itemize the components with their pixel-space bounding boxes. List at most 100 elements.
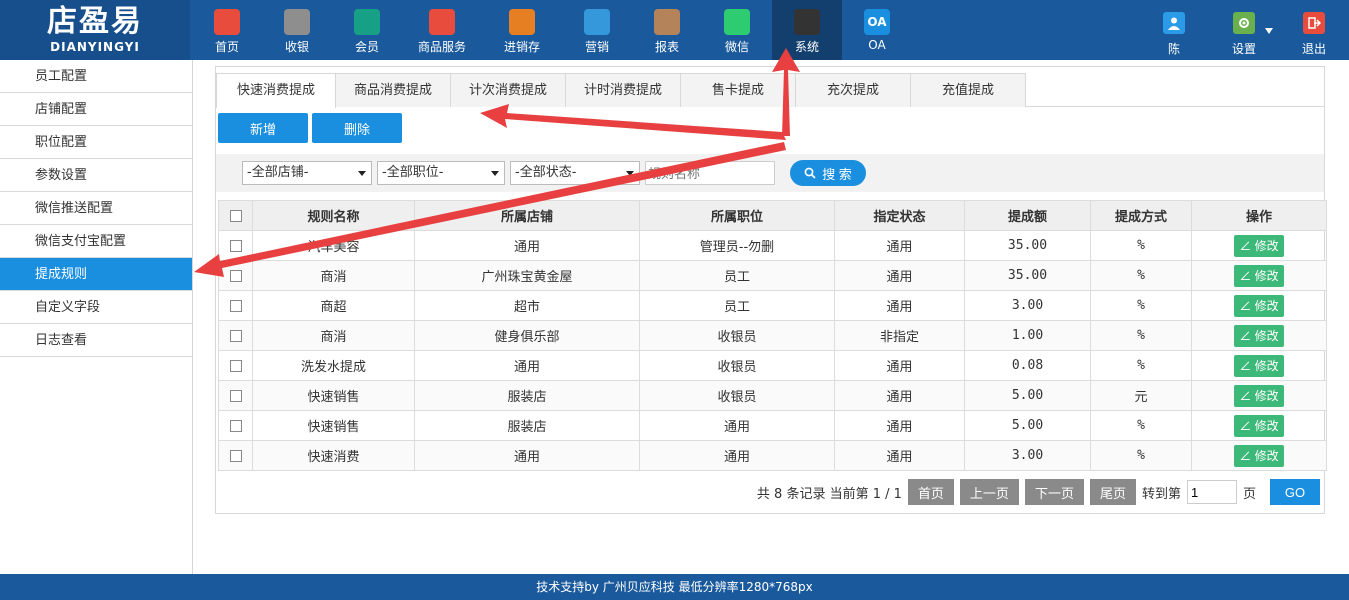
tab-2[interactable]: 计次消费提成: [450, 73, 566, 107]
column-header: 所属职位: [639, 200, 835, 231]
user-menu[interactable]: 陈: [1139, 0, 1209, 60]
nav-item-label: OA: [868, 38, 886, 52]
select-all-checkbox[interactable]: [229, 209, 242, 222]
nav-item-1[interactable]: 收银: [262, 0, 332, 60]
cell-store: 超市: [414, 290, 640, 321]
nav-item-9[interactable]: OA OA: [842, 0, 912, 60]
row-checkbox[interactable]: [229, 299, 242, 312]
row-checkbox[interactable]: [229, 419, 242, 432]
first-page-button[interactable]: 首页: [907, 479, 954, 505]
sidebar-item-0[interactable]: 员工配置: [0, 60, 192, 93]
edit-button[interactable]: ∠ 修改: [1234, 444, 1284, 467]
pencil-icon: ∠: [1239, 269, 1255, 283]
go-button[interactable]: GO: [1270, 479, 1320, 505]
row-select-cell: [218, 230, 253, 261]
logout-button[interactable]: 退出: [1279, 0, 1349, 60]
cell-name: 快速销售: [252, 380, 415, 411]
cell-store: 通用: [414, 350, 640, 381]
edit-button[interactable]: ∠ 修改: [1234, 384, 1284, 407]
sidebar-item-4[interactable]: 微信推送配置: [0, 192, 192, 225]
edit-label: 修改: [1254, 419, 1279, 433]
sidebar-item-2[interactable]: 职位配置: [0, 126, 192, 159]
row-checkbox[interactable]: [229, 329, 242, 342]
sidebar-item-5[interactable]: 微信支付宝配置: [0, 225, 192, 258]
column-header: 提成额: [964, 200, 1091, 231]
sidebar-item-6[interactable]: 提成规则: [0, 258, 192, 291]
edit-button[interactable]: ∠ 修改: [1234, 354, 1284, 377]
sidebar-item-1[interactable]: 店铺配置: [0, 93, 192, 126]
logout-icon: [1303, 12, 1325, 34]
edit-label: 修改: [1254, 449, 1279, 463]
tab-1[interactable]: 商品消费提成: [335, 73, 451, 107]
row-select-cell: [218, 260, 253, 291]
pencil-icon: ∠: [1239, 239, 1255, 253]
edit-button[interactable]: ∠ 修改: [1234, 324, 1284, 347]
nav-item-7[interactable]: 微信: [702, 0, 772, 60]
row-checkbox[interactable]: [229, 449, 242, 462]
next-page-button[interactable]: 下一页: [1024, 479, 1084, 505]
page-number-input[interactable]: [1186, 480, 1237, 504]
inventory-icon: [509, 9, 535, 35]
tab-4[interactable]: 售卡提成: [680, 73, 796, 107]
nav-item-label: 商品服务: [417, 40, 466, 54]
status-select[interactable]: -全部状态-: [510, 161, 640, 185]
add-button[interactable]: 新增: [218, 113, 308, 143]
last-page-button[interactable]: 尾页: [1089, 479, 1136, 505]
nav-item-3[interactable]: 商品服务: [402, 0, 482, 60]
store-select[interactable]: -全部店铺-: [242, 161, 372, 185]
nav-item-2[interactable]: 会员: [332, 0, 402, 60]
sidebar-item-8[interactable]: 日志查看: [0, 324, 192, 357]
nav-item-4[interactable]: 进销存: [482, 0, 562, 60]
cell-status: 通用: [834, 440, 965, 471]
cell-amount: 35.00: [964, 260, 1091, 291]
nav-item-8[interactable]: 系统: [772, 0, 842, 60]
cell-name: 商超: [252, 290, 415, 321]
prev-page-button[interactable]: 上一页: [959, 479, 1019, 505]
row-checkbox[interactable]: [229, 269, 242, 282]
cell-status: 通用: [834, 260, 965, 291]
pencil-icon: ∠: [1239, 419, 1255, 433]
cash-register-icon: [284, 9, 310, 35]
settings-menu[interactable]: 设置: [1209, 0, 1279, 60]
nav-item-6[interactable]: 报表: [632, 0, 702, 60]
row-checkbox[interactable]: [229, 389, 242, 402]
store-select-value: -全部店铺-: [247, 165, 309, 180]
row-checkbox[interactable]: [229, 239, 242, 252]
delete-button[interactable]: 删除: [312, 113, 402, 143]
tab-3[interactable]: 计时消费提成: [565, 73, 681, 107]
settings-label: 设置: [1231, 42, 1256, 56]
tab-6[interactable]: 充值提成: [910, 73, 1026, 107]
cell-position: 员工: [639, 290, 835, 321]
edit-button[interactable]: ∠ 修改: [1234, 294, 1284, 317]
column-header: 操作: [1191, 200, 1327, 231]
position-select[interactable]: -全部职位-: [377, 161, 505, 185]
edit-button[interactable]: ∠ 修改: [1234, 414, 1284, 437]
tab-0[interactable]: 快速消费提成: [216, 73, 336, 108]
cell-name: 洗发水提成: [252, 350, 415, 381]
cell-name: 快速销售: [252, 410, 415, 441]
megaphone-icon: [584, 9, 610, 35]
nav-item-5[interactable]: 营销: [562, 0, 632, 60]
cell-store: 健身俱乐部: [414, 320, 640, 351]
cell-status: 通用: [834, 230, 965, 261]
sidebar-item-3[interactable]: 参数设置: [0, 159, 192, 192]
cell-name: 汽车美容: [252, 230, 415, 261]
table-row: 商消 广州珠宝黄金屋 员工 通用 35.00% ∠ 修改: [218, 260, 1327, 291]
table-row: 快速销售 服装店 通用 通用 5.00% ∠ 修改: [218, 410, 1327, 441]
chevron-down-icon: [626, 171, 634, 176]
cell-actions: ∠ 修改: [1191, 380, 1327, 411]
pagination: 共 8 条记录 当前第 1 / 1 首页 上一页 下一页 尾页 转到第 页 GO: [757, 479, 1320, 505]
tab-bar: 快速消费提成 商品消费提成 计次消费提成 计时消费提成 售卡提成 充次提成 充值提成: [216, 67, 1324, 108]
nav-item-label: 首页: [214, 40, 239, 54]
tab-5[interactable]: 充次提成: [795, 73, 911, 107]
rule-name-input[interactable]: [645, 161, 775, 185]
logo[interactable]: 店盈易 DIANYINGYI: [0, 0, 190, 60]
row-checkbox[interactable]: [229, 359, 242, 372]
sidebar-item-7[interactable]: 自定义字段: [0, 291, 192, 324]
edit-button[interactable]: ∠ 修改: [1234, 264, 1284, 287]
edit-button[interactable]: ∠ 修改: [1234, 234, 1284, 257]
logout-label: 退出: [1301, 42, 1326, 56]
search-button[interactable]: 搜 索: [790, 160, 866, 186]
user-icon: [1163, 12, 1185, 34]
nav-item-0[interactable]: 首页: [192, 0, 262, 60]
